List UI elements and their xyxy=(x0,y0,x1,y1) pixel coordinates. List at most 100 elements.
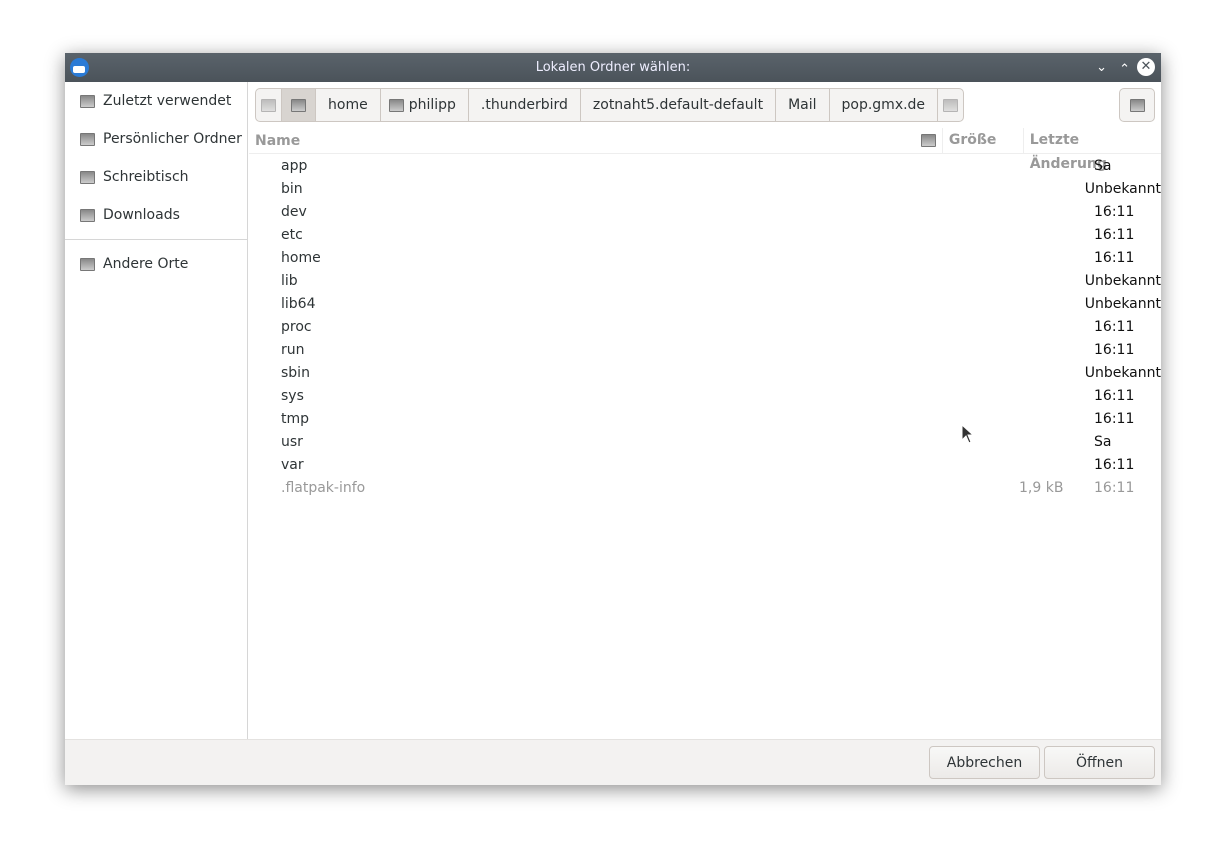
home-folder-icon xyxy=(388,98,404,112)
path-segment-home[interactable]: home xyxy=(316,89,381,121)
file-row[interactable]: proc 16:11 xyxy=(249,315,1161,338)
path-label: pop.gmx.de xyxy=(841,97,926,113)
file-name: lib64 xyxy=(281,295,316,312)
file-modified: 16:11 xyxy=(1094,226,1135,243)
file-row[interactable]: lib Unbekannt xyxy=(249,269,1161,292)
file-row[interactable]: var 16:11 xyxy=(249,453,1161,476)
path-segment-profile[interactable]: zotnaht5.default-default xyxy=(581,89,777,121)
file-name: lib xyxy=(281,272,298,289)
file-list: Name Größe Letzte Änderung app Sa bin Unbek… xyxy=(249,128,1161,739)
dialog-footer: Abbrechen Öffnen xyxy=(65,739,1161,785)
column-header-size[interactable]: Größe xyxy=(943,128,1024,153)
file-row[interactable]: sbin Unbekannt xyxy=(249,361,1161,384)
create-folder-button[interactable] xyxy=(1119,88,1155,122)
file-name: sbin xyxy=(281,364,310,381)
new-folder-icon xyxy=(1129,98,1145,112)
path-label: Mail xyxy=(788,97,817,113)
path-label: .thunderbird xyxy=(480,97,568,113)
path-label: home xyxy=(328,97,368,113)
minimize-icon[interactable]: ⌄ xyxy=(1096,53,1107,82)
sidebar-item-label: Persönlicher Ordner xyxy=(103,131,242,147)
file-row[interactable]: dev 16:11 xyxy=(249,200,1161,223)
mouse-cursor-icon xyxy=(961,424,975,444)
file-row[interactable]: etc 16:11 xyxy=(249,223,1161,246)
home-folder-icon xyxy=(80,132,95,146)
file-modified: 16:11 xyxy=(1094,387,1135,404)
file-modified: 16:11 xyxy=(1094,456,1135,473)
scroll-right-icon xyxy=(943,98,959,112)
path-segment-philipp[interactable]: philipp xyxy=(381,89,469,121)
file-modified: Unbekannt xyxy=(1084,272,1161,289)
recent-icon xyxy=(80,94,95,108)
file-row[interactable]: usr Sa xyxy=(249,430,1161,453)
sidebar-item-home[interactable]: Persönlicher Ordner xyxy=(65,120,247,158)
sidebar-item-desktop[interactable]: Schreibtisch xyxy=(65,158,247,196)
file-modified: Unbekannt xyxy=(1084,180,1161,197)
open-button[interactable]: Öffnen xyxy=(1044,746,1155,779)
file-name: run xyxy=(281,341,305,358)
path-bar: home philipp .thunderbird zotnaht5.defau… xyxy=(255,88,965,122)
maximize-icon[interactable]: ⌃ xyxy=(1119,55,1130,84)
close-icon[interactable]: ✕ xyxy=(1137,58,1155,76)
file-name: app xyxy=(281,157,308,174)
file-name: proc xyxy=(281,318,312,335)
path-label: philipp xyxy=(408,97,456,113)
sidebar-item-other-locations[interactable]: Andere Orte xyxy=(65,245,247,283)
column-label: Name xyxy=(255,132,301,149)
path-segment-thunderbird[interactable]: .thunderbird xyxy=(469,89,581,121)
sidebar-item-label: Schreibtisch xyxy=(103,169,189,185)
path-segment-mail[interactable]: Mail xyxy=(776,89,830,121)
scroll-left-icon xyxy=(261,98,276,112)
path-scroll-right-button[interactable] xyxy=(938,89,963,121)
sidebar-item-label: Downloads xyxy=(103,207,180,223)
file-name: var xyxy=(281,456,304,473)
path-scroll-left-button[interactable] xyxy=(256,89,282,121)
file-row[interactable]: lib64 Unbekannt xyxy=(249,292,1161,315)
file-row[interactable]: app Sa xyxy=(249,154,1161,177)
column-header-modified[interactable]: Letzte Änderung xyxy=(1024,128,1161,172)
desktop-icon xyxy=(80,170,95,184)
other-locations-icon xyxy=(80,257,95,271)
file-modified: 16:11 xyxy=(1094,341,1135,358)
sidebar-item-label: Zuletzt verwendet xyxy=(103,93,232,109)
file-name: home xyxy=(281,249,321,266)
file-modified: Unbekannt xyxy=(1084,364,1161,381)
file-row[interactable]: tmp 16:11 xyxy=(249,407,1161,430)
path-root-button[interactable] xyxy=(282,89,316,121)
file-row[interactable]: .flatpak-info 1,9 kB 16:11 xyxy=(249,476,1161,499)
file-modified: 16:11 xyxy=(1094,410,1135,427)
file-name: usr xyxy=(281,433,303,450)
file-name: .flatpak-info xyxy=(281,479,366,496)
file-name: tmp xyxy=(281,410,310,427)
file-row[interactable]: run 16:11 xyxy=(249,338,1161,361)
file-modified: Sa xyxy=(1094,157,1112,174)
downloads-icon xyxy=(80,208,95,222)
file-modified: Sa xyxy=(1094,433,1112,450)
file-modified: 16:11 xyxy=(1094,203,1135,220)
sidebar-item-recent[interactable]: Zuletzt verwendet xyxy=(65,82,247,120)
file-modified: 16:11 xyxy=(1094,318,1135,335)
file-modified: 16:11 xyxy=(1094,249,1135,266)
column-label: Größe xyxy=(948,132,997,148)
dialog-title: Lokalen Ordner wählen: xyxy=(535,60,691,75)
cancel-button[interactable]: Abbrechen xyxy=(929,746,1040,779)
column-header-name[interactable]: Name xyxy=(249,128,943,153)
drive-icon xyxy=(291,98,306,112)
file-row[interactable]: sys 16:11 xyxy=(249,384,1161,407)
thunderbird-app-icon xyxy=(70,58,89,77)
file-rows: app Sa bin Unbekannt dev 16:11 etc 16:11 home 16:… xyxy=(249,154,1161,499)
file-size: 1,9 kB xyxy=(1019,479,1064,496)
places-sidebar: Zuletzt verwendet Persönlicher Ordner Sc… xyxy=(65,82,248,739)
list-header: Name Größe Letzte Änderung xyxy=(249,128,1161,172)
file-row[interactable]: home 16:11 xyxy=(249,246,1161,269)
file-chooser-dialog: Lokalen Ordner wählen: ⌄ ⌃ ✕ Zuletzt ver… xyxy=(65,53,1161,785)
sidebar-item-downloads[interactable]: Downloads xyxy=(65,196,247,234)
file-row[interactable]: bin Unbekannt xyxy=(249,177,1161,200)
file-name: bin xyxy=(281,180,303,197)
file-modified: 16:11 xyxy=(1094,479,1135,496)
sort-indicator-icon xyxy=(920,134,936,147)
file-modified: Unbekannt xyxy=(1084,295,1161,312)
path-segment-pop-gmx[interactable]: pop.gmx.de xyxy=(830,89,939,121)
file-name: etc xyxy=(281,226,303,243)
sidebar-divider xyxy=(65,239,247,240)
